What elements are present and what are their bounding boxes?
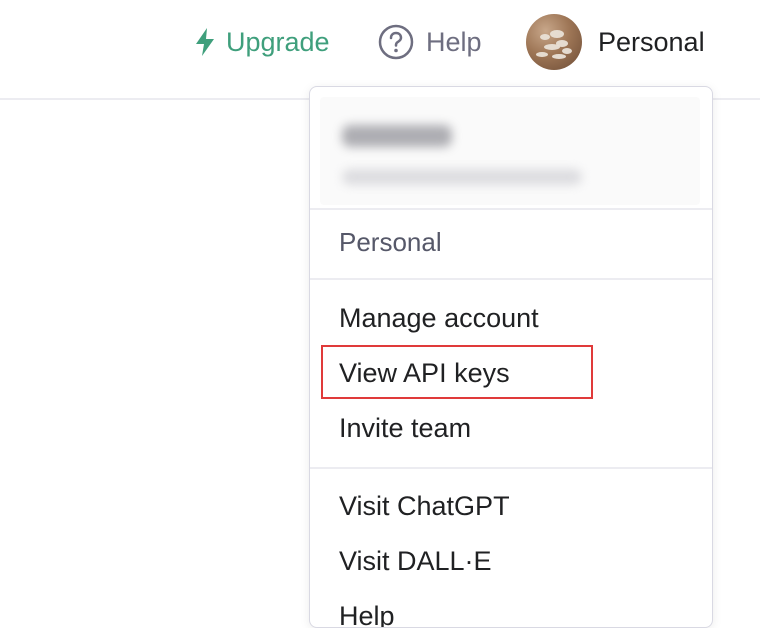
divider xyxy=(310,208,712,210)
lightning-bolt-icon xyxy=(192,27,218,57)
visit-dalle-item[interactable]: Visit DALL·E xyxy=(339,546,492,577)
blurred-user-email xyxy=(342,169,582,185)
manage-account-item[interactable]: Manage account xyxy=(339,303,539,334)
avatar xyxy=(526,14,582,70)
divider xyxy=(310,467,712,469)
invite-team-item[interactable]: Invite team xyxy=(339,413,471,444)
divider xyxy=(310,278,712,280)
help-label: Help xyxy=(426,26,482,57)
account-label: Personal xyxy=(598,26,705,57)
upgrade-link[interactable]: Upgrade xyxy=(192,14,330,70)
upgrade-label: Upgrade xyxy=(226,26,330,57)
top-navigation-bar: Upgrade Help Personal xyxy=(0,0,760,100)
visit-chatgpt-item[interactable]: Visit ChatGPT xyxy=(339,491,510,522)
account-dropdown-menu: Personal Manage account View API keys In… xyxy=(309,86,713,628)
help-link[interactable]: Help xyxy=(378,14,482,70)
account-menu-button[interactable]: Personal xyxy=(526,14,705,70)
highlight-box xyxy=(321,345,593,399)
help-menu-item[interactable]: Help xyxy=(339,601,395,627)
user-info-card xyxy=(320,97,700,205)
question-circle-icon xyxy=(378,24,414,60)
blurred-user-name xyxy=(342,125,452,147)
organization-section-title: Personal xyxy=(339,227,442,257)
